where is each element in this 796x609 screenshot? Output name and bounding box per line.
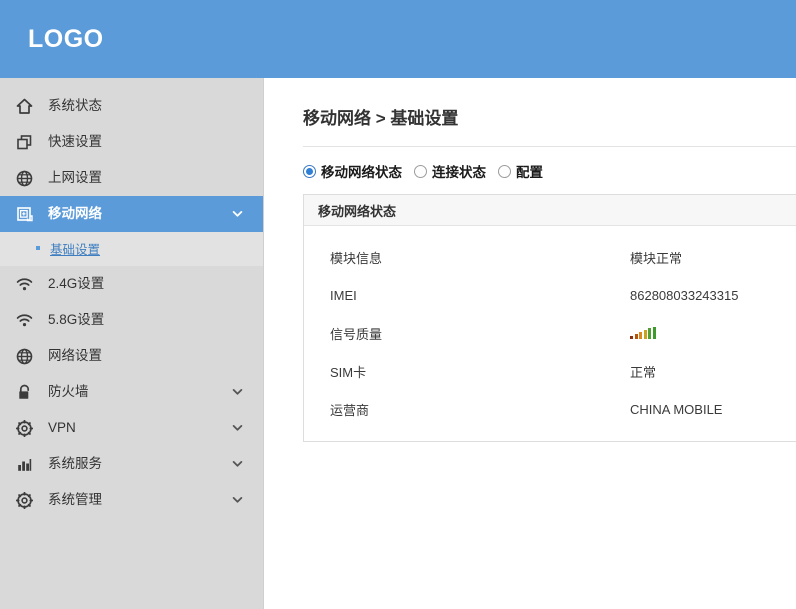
bar-chart-icon [16, 454, 40, 474]
sidebar-item-5[interactable]: 2.4G设置 [0, 266, 263, 302]
home-icon [16, 96, 40, 116]
lock-icon [16, 382, 40, 402]
info-label: 模块信息 [330, 250, 383, 266]
radio-option-label: 连接状态 [432, 165, 486, 180]
mobile-network-status-panel: 移动网络状态 模块信息 模块正常 IMEI 862808033243315 信号质量 SI… [303, 194, 796, 442]
sidebar-item-label: 系统服务 [48, 456, 102, 472]
sidebar-item-label: 防火墙 [48, 384, 89, 400]
panel-body: 模块信息 模块正常 IMEI 862808033243315 信号质量 SIM卡 正常运营商… [304, 226, 796, 441]
globe-icon [16, 346, 40, 366]
radio-option-label: 配置 [516, 165, 543, 180]
sidebar-item-label: 系统状态 [48, 98, 102, 114]
chevron-down-icon[interactable] [232, 423, 243, 434]
radio-button-icon[interactable] [498, 164, 511, 178]
chevron-down-icon[interactable] [232, 387, 243, 398]
sidebar-item-label: 系统管理 [48, 492, 102, 508]
sidebar-item-label: 上网设置 [48, 170, 102, 186]
chevron-down-icon[interactable] [232, 209, 243, 220]
info-label: 运营商 [330, 402, 370, 418]
info-value: 模块正常 [630, 250, 683, 266]
breadcrumb: 移动网络 > 基础设置 [303, 109, 459, 128]
sidebar-subitem-label[interactable]: 基础设置 [50, 239, 100, 258]
info-value: 正常 [630, 364, 657, 380]
sidebar-item-10[interactable]: 系统服务 [0, 446, 263, 482]
gear-icon [16, 490, 40, 510]
sidebar-item-label: 快速设置 [48, 134, 102, 150]
radio-option-3[interactable]: 配置 [498, 161, 543, 181]
radio-option-2[interactable]: 连接状态 [414, 161, 486, 181]
sidebar-subitem-1[interactable]: 基础设置 [0, 236, 263, 260]
sidebar-item-8[interactable]: 防火墙 [0, 374, 263, 410]
sidebar-item-4[interactable]: 移动网络 [0, 196, 263, 232]
sidebar-item-11[interactable]: 系统管理 [0, 482, 263, 518]
sidebar-item-label: VPN [48, 420, 76, 436]
info-value: CHINA MOBILE [630, 401, 723, 417]
page-root: LOGO 系统状态 快速设置 上网设置 移动网络 基础设置 2.4G设置 5.8… [0, 0, 796, 609]
signal-strength-icon [630, 327, 657, 339]
radio-button-icon[interactable] [303, 164, 316, 178]
chevron-down-icon[interactable] [232, 495, 243, 506]
info-row: 信号质量 [304, 314, 796, 352]
wifi-icon [16, 274, 40, 294]
sidebar-item-6[interactable]: 5.8G设置 [0, 302, 263, 338]
copy-icon [16, 132, 40, 152]
sidebar-item-label: 5.8G设置 [48, 312, 105, 328]
sidebar-submenu: 基础设置 [0, 232, 263, 266]
sidebar-item-7[interactable]: 网络设置 [0, 338, 263, 374]
info-value: 862808033243315 [630, 287, 739, 303]
main-content: 移动网络 > 基础设置 移动网络状态 连接状态 配置 移动网络状态 模块信息 模块正常… [265, 78, 796, 609]
bullet-icon [36, 246, 40, 250]
view-mode-radio-group: 移动网络状态 连接状态 配置 [303, 161, 796, 181]
radio-option-1[interactable]: 移动网络状态 [303, 161, 402, 181]
globe-icon [16, 168, 40, 188]
chevron-down-icon[interactable] [232, 459, 243, 470]
info-label: SIM卡 [330, 364, 367, 380]
sidebar-item-2[interactable]: 快速设置 [0, 124, 263, 160]
gear-icon [16, 418, 40, 438]
sidebar-item-label: 移动网络 [48, 206, 102, 222]
sidebar: 系统状态 快速设置 上网设置 移动网络 基础设置 2.4G设置 5.8G设置 网… [0, 78, 264, 609]
info-label: IMEI [330, 287, 357, 303]
info-label: 信号质量 [330, 326, 383, 342]
logo: LOGO [28, 24, 104, 53]
radio-button-icon[interactable] [414, 164, 427, 178]
sidebar-item-3[interactable]: 上网设置 [0, 160, 263, 196]
sidebar-item-1[interactable]: 系统状态 [0, 88, 263, 124]
wifi-icon [16, 310, 40, 330]
divider [303, 146, 796, 147]
sidebar-item-label: 2.4G设置 [48, 276, 105, 292]
info-row: 模块信息 模块正常 [304, 238, 796, 276]
sidebar-item-9[interactable]: VPN [0, 410, 263, 446]
info-row: IMEI 862808033243315 [304, 276, 796, 314]
sidebar-item-label: 网络设置 [48, 348, 102, 364]
app-header: LOGO [0, 0, 796, 78]
mobile-network-icon [16, 204, 40, 224]
info-row: SIM卡 正常 [304, 352, 796, 390]
info-row: 运营商 CHINA MOBILE [304, 390, 796, 428]
panel-title: 移动网络状态 [304, 195, 796, 226]
radio-option-label: 移动网络状态 [321, 165, 402, 180]
